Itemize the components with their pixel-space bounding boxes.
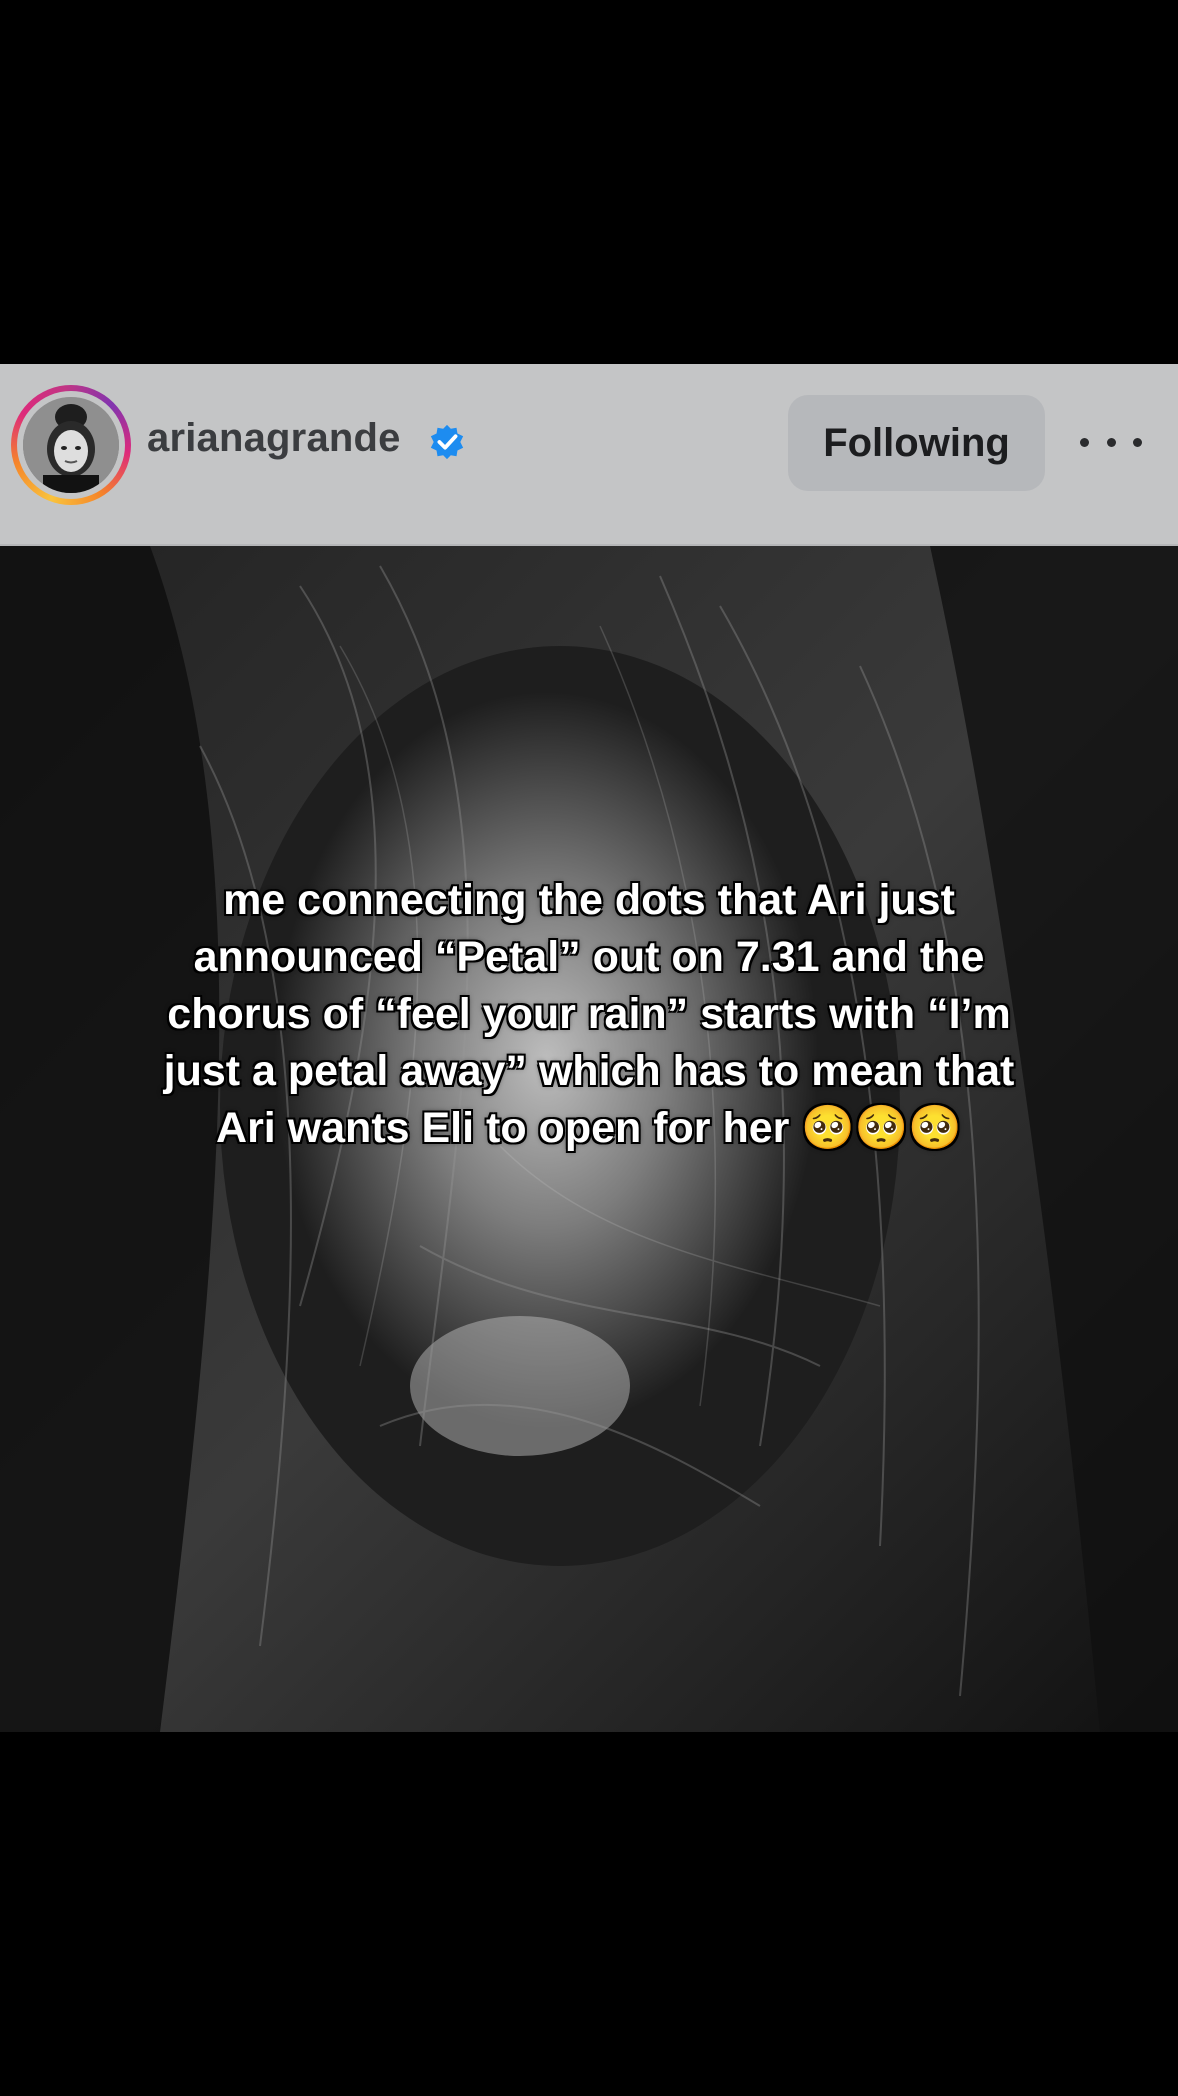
- story-ring[interactable]: [11, 385, 131, 505]
- more-dot: [1080, 437, 1089, 447]
- more-dot: [1133, 437, 1142, 447]
- avatar[interactable]: [23, 397, 119, 493]
- following-button[interactable]: Following: [788, 395, 1045, 491]
- avatar-frame: [17, 391, 125, 499]
- verified-badge-icon: [430, 424, 464, 460]
- more-options-icon[interactable]: [1080, 420, 1142, 464]
- screen: arianagrande Following me connecting the…: [0, 0, 1178, 2096]
- username[interactable]: arianagrande: [147, 416, 401, 461]
- more-dot: [1106, 437, 1116, 447]
- post-media[interactable]: me connecting the dots that Ari just ann…: [0, 546, 1178, 1732]
- overlay-caption: me connecting the dots that Ari just ann…: [163, 876, 1015, 1152]
- post-header: arianagrande Following: [0, 364, 1178, 546]
- letterbox-top: [0, 0, 1178, 364]
- letterbox-bottom: [0, 1732, 1178, 2096]
